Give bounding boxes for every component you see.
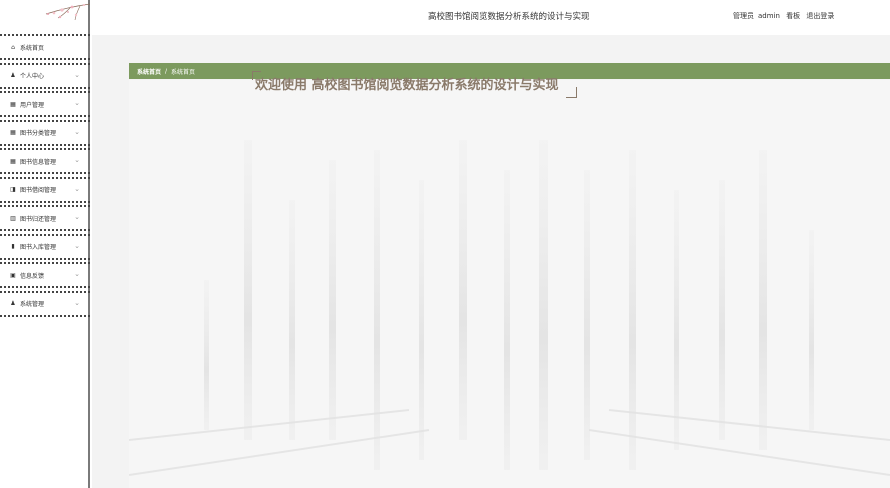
welcome-text: 欢迎使用 高校图书馆阅览数据分析系统的设计与实现 bbox=[255, 78, 559, 93]
home-icon: ⌂ bbox=[11, 43, 15, 51]
chevron-down-icon: ⌄ bbox=[74, 298, 80, 307]
sidebar-menu: ⌂ 系统首页 ♟ 个人中心 ⌄ ▦ 用户管理 ⌄ ▦ 图书分类管理 ⌄ ▦ 图书信息管理 ⌄ ◨ 图书借阅管理… bbox=[0, 34, 90, 319]
sidebar-item-label: 个人中心 bbox=[20, 73, 45, 80]
user-role: 管理员 bbox=[733, 12, 754, 20]
blossom-logo bbox=[0, 0, 90, 30]
sidebar-item-9[interactable]: ♟ 系统管理 ⌄ bbox=[0, 290, 90, 317]
app-title: 高校图书馆阅览数据分析系统的设计与实现 bbox=[428, 12, 590, 22]
sidebar-item-label: 图书借阅管理 bbox=[20, 187, 57, 194]
breadcrumb-home[interactable]: 系统首页 bbox=[137, 67, 161, 76]
sidebar: ⌂ 系统首页 ♟ 个人中心 ⌄ ▦ 用户管理 ⌄ ▦ 图书分类管理 ⌄ ▦ 图书信息管理 ⌄ ◨ 图书借阅管理… bbox=[0, 0, 90, 488]
chevron-down-icon: ⌄ bbox=[74, 70, 80, 79]
chevron-down-icon: ⌄ bbox=[74, 156, 80, 164]
feedback-icon: ▣ bbox=[10, 271, 16, 279]
chevron-down-icon: ⌄ bbox=[74, 241, 80, 250]
header-user-area: 管理员 admin 看板 退出登录 bbox=[733, 11, 838, 21]
chevron-down-icon: ⌄ bbox=[74, 213, 80, 221]
user-name: admin bbox=[758, 12, 780, 20]
breadcrumb-current: 系统首页 bbox=[171, 68, 196, 76]
bar-chart-icon: ▮ bbox=[11, 243, 15, 250]
board-link[interactable]: 看板 bbox=[786, 12, 800, 20]
sidebar-item-label: 图书信息管理 bbox=[20, 158, 57, 166]
chevron-down-icon: ⌄ bbox=[74, 270, 80, 278]
main-area: 系统首页 / 系统首页 bbox=[92, 35, 890, 488]
sidebar-item-label: 用户管理 bbox=[20, 101, 45, 109]
sidebar-item-label: 系统管理 bbox=[20, 301, 45, 308]
sidebar-item-8[interactable]: ▣ 信息反馈 ⌄ bbox=[0, 262, 90, 288]
sidebar-item-0[interactable]: ⌂ 系统首页 bbox=[0, 34, 90, 60]
sidebar-item-5[interactable]: ◨ 图书借阅管理 ⌄ bbox=[0, 176, 90, 203]
background-decoration bbox=[129, 140, 890, 476]
sidebar-item-6[interactable]: ▥ 图书归还管理 ⌄ bbox=[0, 205, 90, 231]
sidebar-item-label: 系统首页 bbox=[20, 44, 45, 52]
chevron-down-icon: ⌄ bbox=[74, 184, 80, 193]
sidebar-item-label: 信息反馈 bbox=[20, 272, 45, 280]
breadcrumb-separator: / bbox=[165, 67, 168, 75]
book-open-icon: ◨ bbox=[10, 186, 16, 193]
logout-link[interactable]: 退出登录 bbox=[806, 12, 834, 20]
book-icon: ▥ bbox=[10, 214, 16, 222]
grid-icon: ▦ bbox=[10, 157, 16, 165]
grid-icon: ▦ bbox=[10, 129, 16, 136]
user-icon: ♟ bbox=[10, 300, 16, 307]
sidebar-item-label: 图书归还管理 bbox=[20, 215, 57, 223]
sidebar-item-1[interactable]: ♟ 个人中心 ⌄ bbox=[0, 62, 90, 89]
sidebar-item-2[interactable]: ▦ 用户管理 ⌄ bbox=[0, 91, 90, 117]
chevron-down-icon: ⌄ bbox=[74, 99, 80, 107]
sidebar-item-label: 图书分类管理 bbox=[20, 130, 57, 137]
sidebar-item-7[interactable]: ▮ 图书入库管理 ⌄ bbox=[0, 233, 90, 260]
content-panel bbox=[129, 80, 890, 488]
grid-icon: ▦ bbox=[10, 100, 16, 108]
sidebar-item-4[interactable]: ▦ 图书信息管理 ⌄ bbox=[0, 148, 90, 174]
sidebar-item-label: 图书入库管理 bbox=[20, 244, 57, 251]
sidebar-item-3[interactable]: ▦ 图书分类管理 ⌄ bbox=[0, 119, 90, 146]
chevron-down-icon: ⌄ bbox=[74, 127, 80, 136]
welcome-bracket-bottom-right bbox=[566, 87, 577, 98]
user-icon: ♟ bbox=[10, 72, 16, 79]
